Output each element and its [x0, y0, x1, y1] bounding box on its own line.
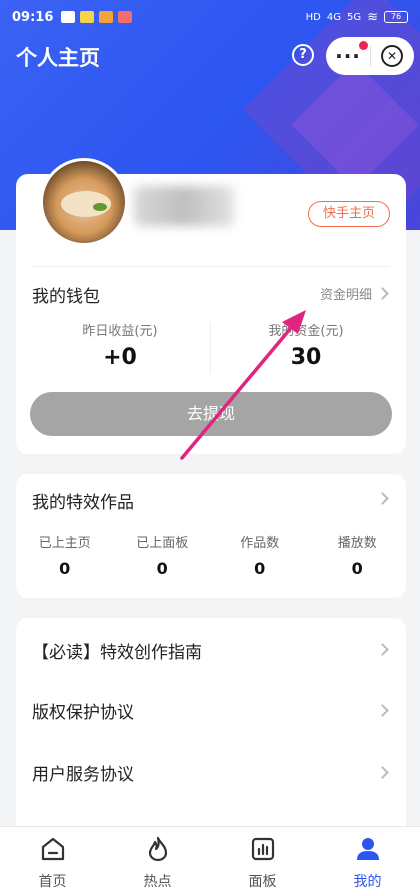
works-title: 我的特效作品: [32, 493, 134, 513]
tab-label: 我的: [353, 874, 382, 890]
wallet-title: 我的钱包: [32, 287, 100, 307]
stat-label: 我的资金(元): [268, 324, 344, 339]
chevron-right-icon: [376, 287, 389, 300]
bottom-tab-bar: 首页 热点 面板 我的: [0, 826, 420, 890]
stat-label: 作品数: [240, 536, 280, 551]
stat-value: 0: [351, 559, 363, 578]
notification-dot: [359, 41, 368, 50]
tab-mine[interactable]: 我的: [315, 827, 420, 890]
works-stat-homepage: 已上主页 0: [16, 532, 114, 578]
tab-label: 热点: [143, 874, 172, 890]
wifi-icon: ≋: [367, 9, 378, 25]
page-title: 个人主页: [16, 46, 100, 70]
home-icon: [41, 837, 64, 861]
capsule-divider: [370, 46, 371, 66]
chevron-right-icon: [376, 492, 389, 505]
list-item-creation-guide[interactable]: 【必读】特效创作指南: [32, 638, 390, 668]
avatar[interactable]: [40, 158, 128, 246]
list-item-copyright-agreement[interactable]: 版权保护协议: [32, 698, 390, 728]
list-item-label: 【必读】特效创作指南: [32, 643, 202, 663]
tab-hot[interactable]: 热点: [105, 827, 210, 890]
list-item-user-agreement[interactable]: 用户服务协议: [32, 760, 390, 790]
notification-icon: [80, 11, 95, 23]
battery-icon: 76: [384, 11, 408, 23]
withdraw-button[interactable]: 去提现: [30, 392, 392, 436]
stat-value: 0: [59, 559, 71, 578]
chart-icon: [251, 837, 274, 861]
yesterday-earnings: 昨日收益(元) +0: [30, 320, 210, 370]
tab-panel[interactable]: 面板: [210, 827, 315, 890]
divider: [32, 266, 390, 267]
status-time: 09:16: [12, 9, 54, 25]
list-item-label: 版权保护协议: [32, 703, 134, 723]
notification-icon: [61, 11, 76, 23]
stat-value: 30: [290, 345, 322, 370]
network-label: HD: [305, 11, 321, 23]
effects-works-card[interactable]: 我的特效作品 已上主页 0 已上面板 0 作品数 0 播放数 0: [16, 474, 406, 598]
stat-label: 已上面板: [136, 536, 189, 551]
stat-value: +0: [103, 345, 137, 370]
tab-home[interactable]: 首页: [0, 827, 105, 890]
profile-card: 快手主页 我的钱包 资金明细 昨日收益(元) +0 我的资金(元) 30 去提现: [16, 158, 406, 454]
kuaishou-homepage-button[interactable]: 快手主页: [308, 201, 390, 227]
user-icon: [356, 838, 379, 860]
close-icon[interactable]: ✕: [381, 45, 403, 67]
stat-label: 已上主页: [38, 536, 91, 551]
tab-label: 首页: [38, 874, 67, 890]
status-icons: HD 4G 5G ≋ 76: [306, 10, 408, 25]
notification-icon: [99, 11, 114, 23]
works-stat-plays: 播放数 0: [309, 532, 407, 578]
works-stat-panel: 已上面板 0: [114, 532, 212, 578]
network-label: 4G: [326, 11, 341, 23]
stat-value: 0: [156, 559, 168, 578]
mini-program-capsule: ··· ✕: [326, 37, 414, 75]
flame-icon: [148, 836, 167, 862]
my-funds: 我的资金(元) 30: [216, 320, 396, 370]
notification-icon: [118, 11, 133, 23]
stat-divider: [210, 322, 211, 374]
network-label: 5G: [346, 11, 362, 23]
works-stat-count: 作品数 0: [211, 532, 309, 578]
avatar-image-detail: [93, 203, 107, 211]
stat-label: 播放数: [337, 536, 377, 551]
list-item-label: 用户服务协议: [32, 765, 134, 785]
works-stats: 已上主页 0 已上面板 0 作品数 0 播放数 0: [16, 532, 406, 578]
tab-label: 面板: [248, 874, 277, 890]
help-icon[interactable]: ?: [292, 44, 314, 66]
status-bar: 09:16 HD 4G 5G ≋ 76: [0, 0, 420, 34]
stat-label: 昨日收益(元): [82, 324, 158, 339]
stat-value: 0: [254, 559, 266, 578]
username-blurred: [134, 186, 234, 226]
fund-details-link[interactable]: 资金明细: [320, 284, 372, 303]
